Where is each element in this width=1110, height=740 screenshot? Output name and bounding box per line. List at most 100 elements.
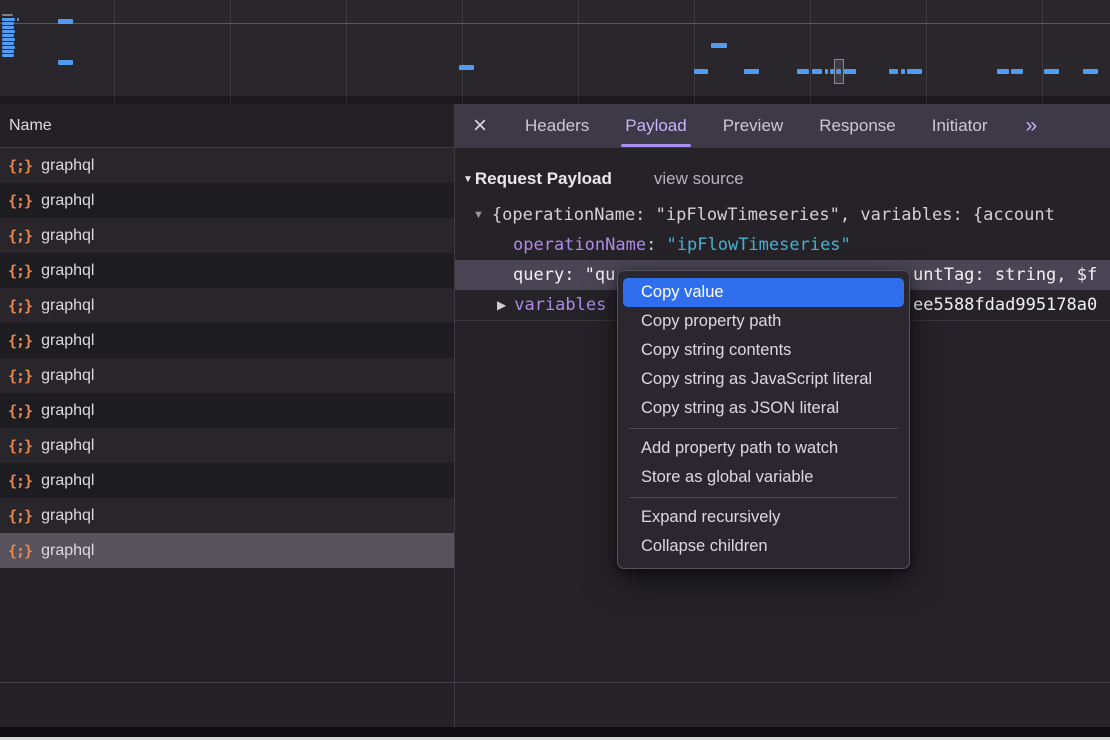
selected-tab-underline	[621, 144, 690, 148]
json-file-icon: {;}	[8, 472, 32, 490]
request-row-graphql[interactable]: {;}graphql	[0, 148, 454, 183]
tab-preview[interactable]: Preview	[723, 104, 783, 148]
request-list-pane: Name {;} graphql {;} graphql {;} graphql {;} gr…	[0, 104, 455, 727]
request-timing-bar	[825, 69, 828, 74]
menu-item-expand-recursively[interactable]: Expand recursively	[623, 503, 904, 532]
request-timing-bar	[744, 69, 759, 74]
overview-gridline	[346, 0, 347, 104]
request-name-label: graphql	[41, 542, 94, 560]
collapse-node-icon[interactable]: ▼	[473, 209, 484, 221]
request-timing-bar	[907, 69, 922, 74]
menu-item-add-property-path-to-watch[interactable]: Add property path to watch	[623, 434, 904, 463]
request-timing-bar	[17, 18, 19, 21]
request-name-label: graphql	[41, 472, 94, 490]
request-timing-bar	[812, 69, 822, 74]
request-row-graphql[interactable]: {;} graphql	[0, 288, 454, 323]
request-timing-bar	[2, 38, 15, 41]
property-key: operationName	[513, 235, 646, 255]
json-file-icon: {;}	[8, 437, 32, 455]
devtools-network-panel: Name {;} graphql {;} graphql {;} graphql {;} gr…	[0, 0, 1110, 740]
request-timing-bar	[1083, 69, 1098, 74]
request-timing-bar	[2, 34, 14, 37]
payload-summary-text: {operationName: "ipFlowTimeseries", vari…	[492, 205, 1055, 225]
menu-separator	[629, 497, 898, 498]
request-name-label: graphql	[41, 157, 94, 175]
payload-summary-row[interactable]: ▼ {operationName: "ipFlowTimeseries", var…	[455, 200, 1110, 230]
json-file-icon: {;}	[8, 542, 32, 560]
overview-gridline	[114, 0, 115, 104]
request-row-graphql[interactable]: {;}graphql	[0, 393, 454, 428]
json-file-icon: {;}	[8, 262, 32, 280]
name-column-header[interactable]: Name	[0, 104, 454, 148]
request-name-label: graphql	[41, 192, 94, 210]
key-value-separator: :	[646, 235, 666, 255]
request-row-graphql[interactable]: {;} graphql	[0, 463, 454, 498]
overview-gridline	[578, 0, 579, 104]
key-value-separator: :	[564, 265, 584, 285]
request-row-graphql[interactable]: {;} graphql	[0, 533, 454, 568]
request-name-label: graphql	[41, 367, 94, 385]
request-timing-bar	[2, 54, 14, 57]
overview-gridline	[230, 0, 231, 104]
request-row-graphql[interactable]: {;} graphql	[0, 253, 454, 288]
request-timing-bar	[997, 69, 1009, 74]
menu-item-copy-string-as-javascript-literal[interactable]: Copy string as JavaScript literal	[623, 365, 904, 394]
menu-item-collapse-children[interactable]: Collapse children	[623, 532, 904, 561]
close-icon[interactable]: ×	[473, 116, 487, 136]
request-name-label: graphql	[41, 297, 94, 315]
request-name-label: graphql	[41, 437, 94, 455]
selected-request-marker	[834, 59, 844, 84]
request-row-graphql[interactable]: {;}graphql	[0, 323, 454, 358]
overview-gridline	[810, 0, 811, 104]
request-timing-bar	[58, 60, 73, 65]
request-name-label: graphql	[41, 402, 94, 420]
expand-node-icon[interactable]: ▶	[497, 298, 506, 312]
request-name-label: graphql	[41, 227, 94, 245]
request-row-graphql[interactable]: {;} graphql	[0, 358, 454, 393]
menu-item-copy-string-contents[interactable]: Copy string contents	[623, 336, 904, 365]
request-timing-bar	[2, 42, 14, 45]
request-timing-bar	[2, 26, 14, 29]
network-overview-timeline[interactable]	[0, 0, 1110, 104]
footer-divider	[0, 682, 1110, 683]
variables-value-fragment: ee5588fdad995178a0	[913, 290, 1097, 320]
request-row-graphql[interactable]: {;} graphql	[0, 428, 454, 463]
window-bottom-bar	[0, 727, 1110, 737]
request-timing-bar	[2, 46, 15, 49]
json-file-icon: {;}	[8, 227, 32, 245]
request-timing-bar	[58, 19, 73, 24]
tab-headers[interactable]: Headers	[525, 104, 589, 148]
request-timing-bar	[1044, 69, 1059, 74]
menu-item-store-as-global-variable[interactable]: Store as global variable	[623, 463, 904, 492]
tab-payload[interactable]: Payload	[625, 104, 686, 148]
request-timing-bar	[711, 43, 727, 48]
view-source-link[interactable]: view source	[654, 169, 744, 189]
request-timing-bar	[889, 69, 898, 74]
request-row-graphql[interactable]: {;}graphql	[0, 498, 454, 533]
collapse-section-icon[interactable]: ▼	[463, 174, 473, 185]
request-timing-bar	[2, 50, 14, 53]
menu-item-copy-string-as-json-literal[interactable]: Copy string as JSON literal	[623, 394, 904, 423]
request-timing-bar	[2, 18, 15, 21]
tab-initiator[interactable]: Initiator	[932, 104, 988, 148]
request-row-graphql[interactable]: {;} graphql	[0, 218, 454, 253]
json-file-icon: {;}	[8, 507, 32, 525]
more-tabs-icon[interactable]: »	[1026, 114, 1038, 138]
detail-tab-bar: × Headers Payload Preview Response Initiator…	[455, 104, 1110, 148]
request-row-graphql[interactable]: {;}graphql	[0, 183, 454, 218]
request-timing-bar	[901, 69, 905, 74]
query-value-fragment: untTag: string, $f	[913, 260, 1097, 290]
request-timing-bar	[797, 69, 809, 74]
json-file-icon: {;}	[8, 367, 32, 385]
overview-bottom-strip	[0, 96, 1110, 104]
property-value: "ipFlowTimeseries"	[667, 235, 851, 255]
tab-response[interactable]: Response	[819, 104, 896, 148]
json-file-icon: {;}	[8, 297, 32, 315]
request-name-label: graphql	[41, 262, 94, 280]
menu-separator	[629, 428, 898, 429]
menu-item-copy-value[interactable]: Copy value	[623, 278, 904, 307]
property-key: query	[513, 265, 564, 285]
overview-gridline	[1042, 0, 1043, 104]
menu-item-copy-property-path[interactable]: Copy property path	[623, 307, 904, 336]
operation-name-row[interactable]: operationName: "ipFlowTimeseries"	[455, 230, 1110, 260]
